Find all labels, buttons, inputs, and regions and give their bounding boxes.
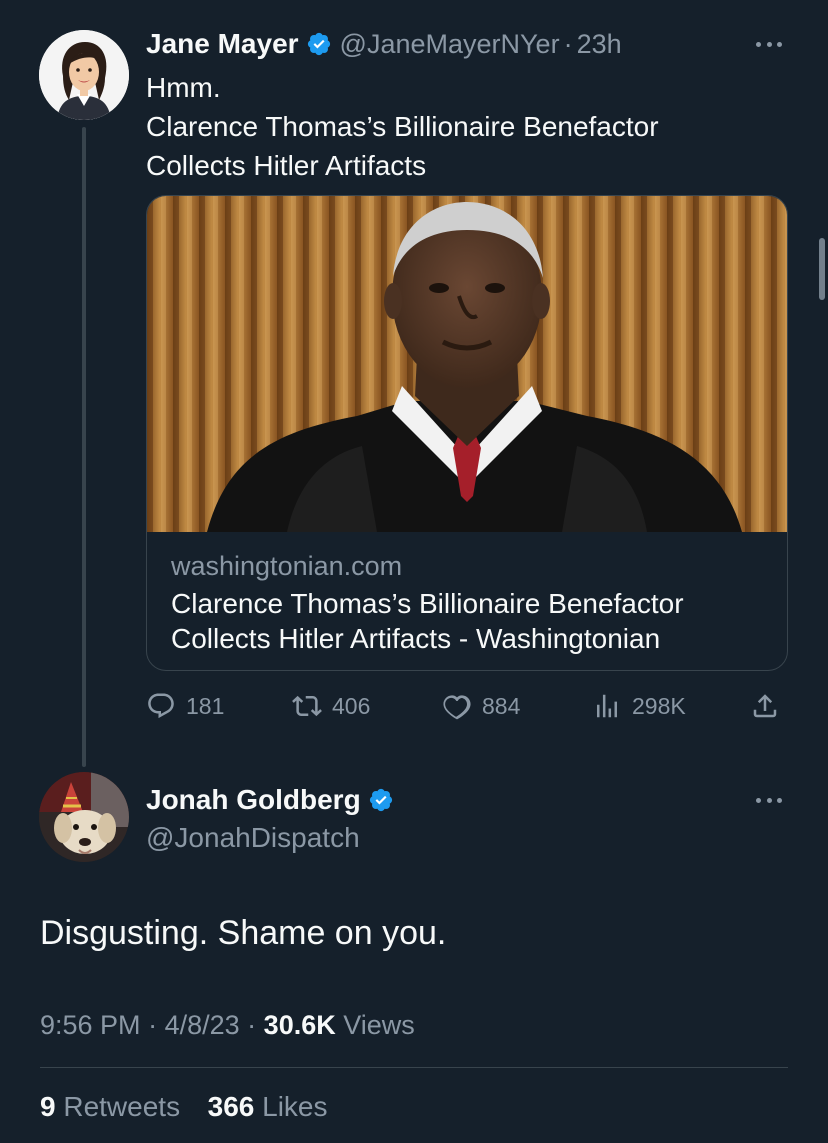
retweet-button[interactable]: 406 [292, 686, 370, 726]
author-name[interactable]: Jane Mayer [146, 28, 299, 60]
thread-connector-line [82, 127, 86, 767]
separator-dot: · [148, 1010, 165, 1040]
share-icon [753, 694, 777, 718]
views-button[interactable]: 298K [592, 686, 686, 726]
reply-button[interactable]: 181 [146, 686, 224, 726]
separator-dot: · [247, 1010, 264, 1040]
author-handle[interactable]: @JonahDispatch [146, 822, 360, 854]
divider [40, 1067, 788, 1068]
views-label: Views [343, 1010, 415, 1040]
scrollbar-track[interactable] [818, 0, 824, 1143]
retweet-count: 406 [332, 692, 371, 719]
card-title-line: Collects Hitler Artifacts - Washingtonia… [171, 623, 661, 654]
retweets-stat[interactable]: 9 Retweets [40, 1091, 188, 1122]
retweets-count: 9 [40, 1091, 56, 1122]
tweet-actions-bar: 181 406 884 298K [146, 686, 786, 726]
avatar-dog-photo-icon [39, 772, 129, 862]
author-name[interactable]: Jonah Goldberg [146, 784, 361, 816]
tweet-text: Hmm. Clarence Thomas’s Billionaire Benef… [146, 68, 766, 185]
scrollbar-thumb[interactable] [819, 238, 825, 300]
tweet-text-line: Collects Hitler Artifacts [146, 150, 427, 181]
link-preview-image [147, 196, 787, 532]
share-button[interactable] [750, 686, 780, 726]
likes-count: 366 [207, 1091, 255, 1122]
likes-stat[interactable]: 366 Likes [208, 1091, 328, 1122]
link-preview-card[interactable]: washingtonian.com Clarence Thomas’s Bill… [146, 195, 788, 671]
avatar-jonah-goldberg[interactable] [39, 772, 129, 862]
views-chart-icon [597, 694, 617, 718]
tweet-text: Disgusting. Shame on you. [40, 914, 447, 952]
tweet-text-line: Clarence Thomas’s Billionaire Benefactor [146, 111, 659, 142]
heart-icon [443, 695, 471, 720]
retweets-label: Retweets [63, 1091, 181, 1122]
tweet1-header: Jane Mayer @JaneMayerNYer · 23h [146, 28, 622, 60]
more-options-icon[interactable] [749, 34, 789, 54]
tweet-stats: 9 Retweets 366 Likes [40, 1091, 328, 1123]
tweet-time[interactable]: 9:56 PM [40, 1010, 141, 1040]
likes-label: Likes [262, 1091, 328, 1122]
more-options-icon[interactable] [749, 790, 789, 810]
tweet-time[interactable]: 23h [577, 29, 622, 60]
views-count: 298K [632, 692, 686, 719]
tweet-meta: 9:56 PM · 4/8/23 · 30.6K Views [40, 1010, 415, 1041]
avatar-illustration-icon [39, 30, 129, 120]
like-button[interactable]: 884 [442, 686, 520, 726]
author-handle[interactable]: @JaneMayerNYer [340, 29, 560, 60]
verified-badge-icon [307, 32, 330, 56]
card-title-line: Clarence Thomas’s Billionaire Benefactor [171, 588, 684, 619]
tweet2-header: Jonah Goldberg [146, 784, 402, 816]
separator-dot: · [563, 28, 573, 59]
reply-icon [148, 693, 174, 719]
retweet-icon [292, 695, 322, 717]
like-count: 884 [482, 692, 521, 719]
views-count: 30.6K [263, 1010, 336, 1040]
card-title: Clarence Thomas’s Billionaire Benefactor… [171, 586, 771, 656]
avatar-jane-mayer[interactable] [39, 30, 129, 120]
card-domain: washingtonian.com [171, 551, 403, 581]
reply-count: 181 [186, 692, 225, 719]
verified-badge-icon [369, 788, 392, 812]
tweet-date[interactable]: 4/8/23 [165, 1010, 240, 1040]
tweet-text-line: Hmm. [146, 72, 221, 103]
